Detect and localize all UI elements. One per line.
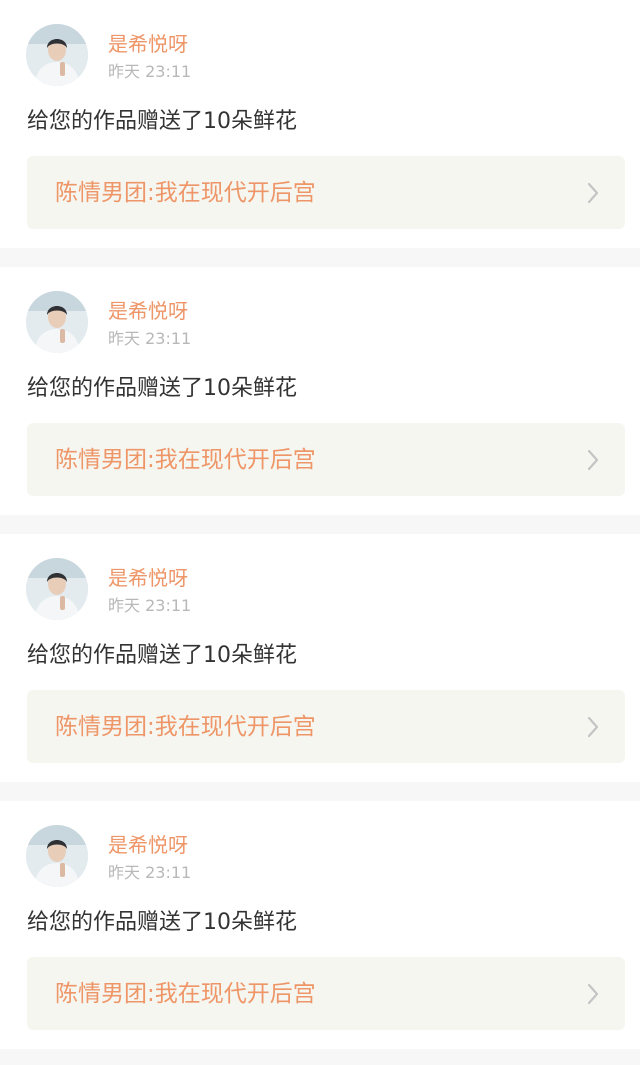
work-link-card[interactable]: 陈情男团:我在现代开后宫 [27,957,625,1030]
notification-feed: 是希悦呀 昨天 23:11 给您的作品赠送了10朵鲜花 陈情男团:我在现代开后宫… [0,0,640,1049]
chevron-right-icon [587,182,599,204]
avatar-photo [26,291,88,353]
timestamp: 昨天 23:11 [108,329,192,348]
chevron-right-icon [587,983,599,1005]
work-title: 陈情男团:我在现代开后宫 [55,180,316,206]
username[interactable]: 是希悦呀 [108,832,188,858]
notification-message: 给您的作品赠送了10朵鲜花 [27,643,297,668]
work-link-card[interactable]: 陈情男团:我在现代开后宫 [27,690,625,763]
avatar-photo [26,558,88,620]
user-avatar[interactable] [26,558,88,620]
notification-card: 是希悦呀 昨天 23:11 给您的作品赠送了10朵鲜花 陈情男团:我在现代开后宫 [0,534,640,782]
user-avatar[interactable] [26,24,88,86]
notification-message: 给您的作品赠送了10朵鲜花 [27,910,297,935]
chevron-right-icon [587,716,599,738]
avatar-photo [26,24,88,86]
timestamp: 昨天 23:11 [108,596,192,615]
notification-card: 是希悦呀 昨天 23:11 给您的作品赠送了10朵鲜花 陈情男团:我在现代开后宫 [0,801,640,1049]
notification-message: 给您的作品赠送了10朵鲜花 [27,109,297,134]
notification-card: 是希悦呀 昨天 23:11 给您的作品赠送了10朵鲜花 陈情男团:我在现代开后宫 [0,0,640,248]
work-link-card[interactable]: 陈情男团:我在现代开后宫 [27,156,625,229]
username[interactable]: 是希悦呀 [108,298,188,324]
timestamp: 昨天 23:11 [108,863,192,882]
notification-message: 给您的作品赠送了10朵鲜花 [27,376,297,401]
username[interactable]: 是希悦呀 [108,31,188,57]
user-avatar[interactable] [26,825,88,887]
work-title: 陈情男团:我在现代开后宫 [55,714,316,740]
work-link-card[interactable]: 陈情男团:我在现代开后宫 [27,423,625,496]
work-title: 陈情男团:我在现代开后宫 [55,447,316,473]
avatar-photo [26,825,88,887]
user-avatar[interactable] [26,291,88,353]
username[interactable]: 是希悦呀 [108,565,188,591]
work-title: 陈情男团:我在现代开后宫 [55,981,316,1007]
notification-card: 是希悦呀 昨天 23:11 给您的作品赠送了10朵鲜花 陈情男团:我在现代开后宫 [0,267,640,515]
chevron-right-icon [587,449,599,471]
timestamp: 昨天 23:11 [108,62,192,81]
